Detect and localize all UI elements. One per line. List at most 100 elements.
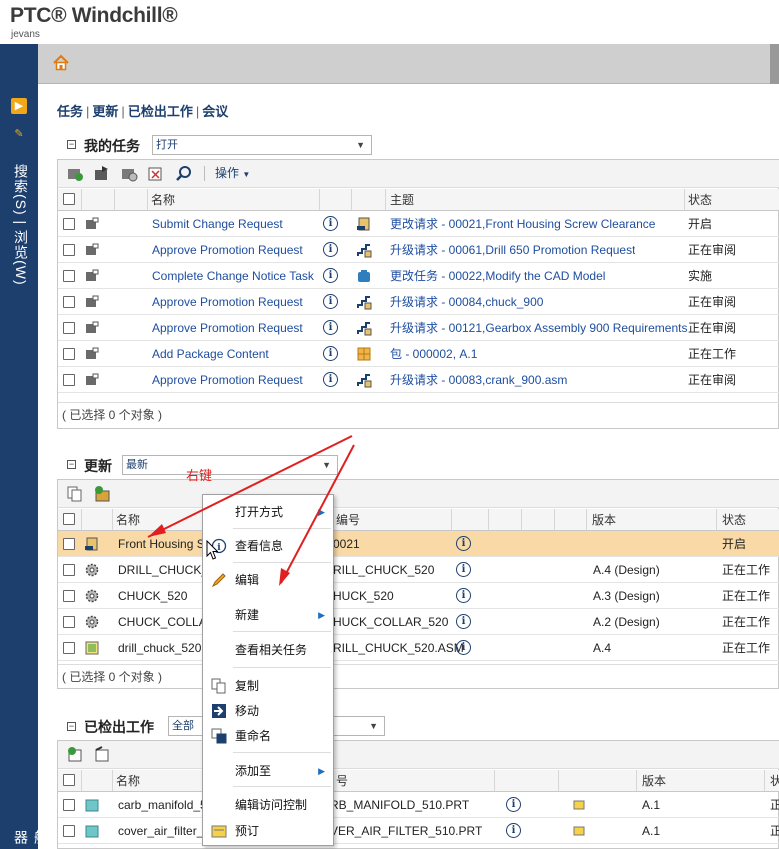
row-checkbox[interactable] [63, 322, 75, 334]
row-checkbox[interactable] [63, 374, 75, 386]
info-icon[interactable]: i [506, 797, 521, 812]
tab-checked-out[interactable]: 已检出工作 [128, 104, 193, 119]
table-row[interactable]: DRILL_CHUCK_5 RILL_CHUCK_520 i A.4 (Design)… [58, 557, 779, 583]
updates-filter-select[interactable]: 最新 ▼ [122, 455, 338, 475]
info-icon[interactable]: i [323, 268, 338, 283]
info-icon[interactable]: i [323, 242, 338, 257]
info-icon[interactable]: i [323, 346, 338, 361]
home-icon[interactable] [52, 54, 70, 72]
number-column-header[interactable]: 编号 [336, 509, 360, 530]
info-icon[interactable]: i [456, 562, 471, 577]
name-column-header[interactable]: 名称 [116, 770, 140, 791]
subject-link[interactable]: 升级请求 - 00083,crank_900.asm [390, 367, 567, 392]
table-row[interactable]: Front Housing S 0021 i 开启 [58, 531, 779, 557]
row-checkbox[interactable] [63, 590, 75, 602]
subject-link[interactable]: 包 - 000002, A.1 [390, 341, 477, 366]
table-row[interactable]: CHUCK_COLLAR HUCK_COLLAR_520 i A.2 (Design)… [58, 609, 779, 635]
version-column-header[interactable]: 版本 [592, 509, 616, 530]
menu-item-edit-access-control[interactable]: 编辑访问控制 [203, 792, 333, 818]
collapse-updates-icon[interactable]: − [67, 460, 76, 469]
table-row[interactable]: Approve Promotion Request i 升级请求 - 00084,c… [58, 289, 779, 315]
menu-item-new[interactable]: 新建 ▶ [203, 602, 333, 628]
menu-item-rename[interactable]: 重命名 [203, 723, 333, 749]
subject-link[interactable]: 升级请求 - 00121,Gearbox Assembly 900 Requir… [390, 315, 687, 340]
row-checkbox[interactable] [63, 348, 75, 360]
subject-link[interactable]: 升级请求 - 00084,chuck_900 [390, 289, 543, 314]
table-row[interactable]: Submit Change Request i 更改请求 - 00021,Front… [58, 211, 779, 237]
row-checkbox[interactable] [63, 296, 75, 308]
table-row[interactable]: cover_air_filter_5 VER_AIR_FILTER_510.PRT… [58, 818, 779, 844]
subject-link[interactable]: 升级请求 - 00061,Drill 650 Promotion Request [390, 237, 635, 262]
actions-menu[interactable]: 操作 ▼ [215, 160, 250, 188]
menu-item-edit[interactable]: 编辑 [203, 567, 333, 593]
table-row[interactable]: Complete Change Notice Task i 更改任务 - 00022… [58, 263, 779, 289]
task-name-link[interactable]: Complete Change Notice Task [152, 263, 314, 288]
tab-tasks[interactable]: 任务 [57, 104, 83, 119]
select-all-checkbox[interactable] [63, 774, 75, 786]
info-icon[interactable]: i [456, 640, 471, 655]
add-to-workspace-icon[interactable] [93, 485, 111, 502]
table-row[interactable]: drill_chuck_520.a RILL_CHUCK_520.ASM i A.4 正… [58, 635, 779, 661]
menu-item-view-related-tasks[interactable]: 查看相关任务 [203, 637, 333, 663]
info-icon[interactable]: i [323, 294, 338, 309]
info-icon[interactable]: i [456, 588, 471, 603]
task-name-link[interactable]: Add Package Content [152, 341, 269, 366]
version-column-header[interactable]: 版本 [642, 770, 666, 791]
status-column-header[interactable]: 状态 [688, 189, 712, 210]
scrollbar[interactable] [770, 44, 779, 84]
row-checkbox[interactable] [63, 244, 75, 256]
table-row[interactable]: Approve Promotion Request i 升级请求 - 00121,G… [58, 315, 779, 341]
menu-item-open-with[interactable]: 打开方式 ▶ [203, 499, 333, 525]
row-checkbox[interactable] [63, 564, 75, 576]
info-icon[interactable]: i [506, 823, 521, 838]
select-all-checkbox[interactable] [63, 193, 75, 205]
task-name-link[interactable]: Submit Change Request [152, 211, 283, 236]
collapse-my-tasks-icon[interactable]: − [67, 140, 76, 149]
table-row[interactable]: Approve Promotion Request i 升级请求 - 00061,D… [58, 237, 779, 263]
name-column-header[interactable]: 名称 [151, 189, 175, 210]
row-checkbox[interactable] [63, 642, 75, 654]
update-due-date-icon[interactable] [120, 165, 138, 182]
info-icon[interactable]: i [323, 320, 338, 335]
table-row[interactable]: Add Package Content i 包 - 000002, A.1 正在工作 [58, 341, 779, 367]
info-icon[interactable]: i [323, 216, 338, 231]
menu-item-add-to[interactable]: 添加至 ▶ [203, 758, 333, 784]
number-column-header[interactable]: 号 [336, 770, 348, 791]
info-icon[interactable]: i [456, 536, 471, 551]
table-row[interactable]: carb_manifold_5 RB_MANIFOLD_510.PRT i A.1 正 [58, 792, 779, 818]
collapse-checked-out-icon[interactable]: − [67, 722, 76, 731]
row-checkbox[interactable] [63, 538, 75, 550]
table-row[interactable]: CHUCK_520 HUCK_520 i A.3 (Design) 正在工作 [58, 583, 779, 609]
status-column-header[interactable]: 状态 [722, 509, 746, 530]
tab-meetings[interactable]: 会议 [202, 104, 228, 119]
task-name-link[interactable]: Approve Promotion Request [152, 289, 303, 314]
undo-checkout-icon[interactable] [93, 746, 111, 763]
subject-column-header[interactable]: 主题 [390, 189, 414, 210]
accept-task-icon[interactable] [66, 165, 84, 182]
row-checkbox[interactable] [63, 218, 75, 230]
pin-icon[interactable]: ✎ [13, 128, 25, 140]
info-icon[interactable]: i [323, 372, 338, 387]
export-list-icon[interactable] [147, 165, 165, 182]
row-checkbox[interactable] [63, 799, 75, 811]
row-checkbox[interactable] [63, 616, 75, 628]
table-row[interactable]: Approve Promotion Request i 升级请求 - 00083,c… [58, 367, 779, 393]
menu-item-copy[interactable]: 复制 [203, 673, 333, 699]
tab-updates[interactable]: 更新 [92, 104, 118, 119]
copy-icon[interactable] [66, 485, 84, 502]
reassign-task-icon[interactable] [93, 165, 111, 182]
row-checkbox[interactable] [63, 270, 75, 282]
task-name-link[interactable]: Approve Promotion Request [152, 367, 303, 392]
info-icon[interactable]: i [456, 614, 471, 629]
check-in-icon[interactable] [66, 746, 84, 763]
row-checkbox[interactable] [63, 825, 75, 837]
search-tab[interactable]: 搜索(S) | 浏览(W) [11, 164, 31, 286]
expand-navigator-icon[interactable]: ▶ [11, 98, 27, 114]
task-name-link[interactable]: Approve Promotion Request [152, 315, 303, 340]
select-all-checkbox[interactable] [63, 513, 75, 525]
menu-item-move[interactable]: 移动 [203, 698, 333, 724]
task-name-link[interactable]: Approve Promotion Request [152, 237, 303, 262]
subject-link[interactable]: 更改请求 - 00021,Front Housing Screw Clearan… [390, 211, 655, 236]
search-icon[interactable] [175, 165, 193, 182]
name-column-header[interactable]: 名称 [116, 509, 140, 530]
